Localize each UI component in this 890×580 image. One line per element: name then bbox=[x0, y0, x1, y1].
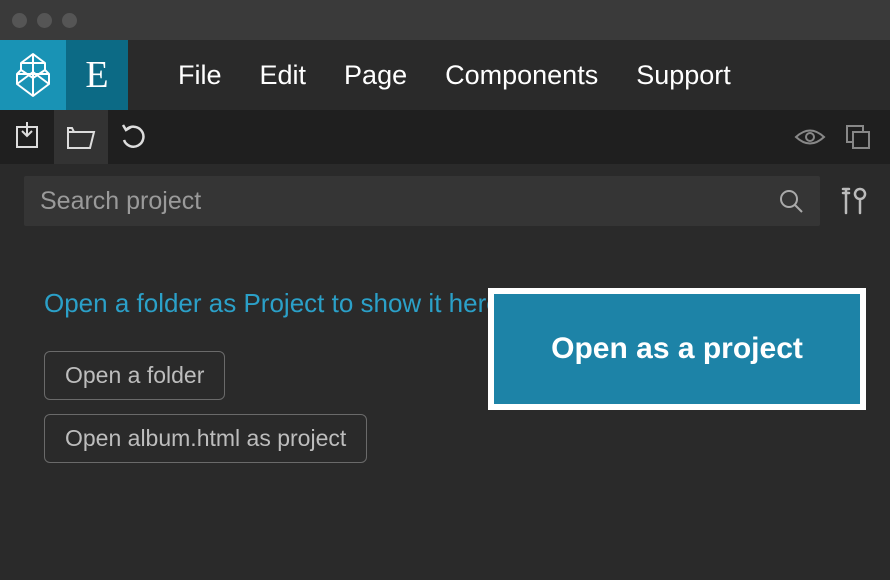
mode-indicator[interactable]: E bbox=[66, 40, 128, 110]
menu-page[interactable]: Page bbox=[344, 60, 407, 91]
project-panel-button[interactable] bbox=[54, 110, 108, 164]
copy-icon bbox=[844, 123, 872, 151]
app-logo[interactable] bbox=[0, 40, 66, 110]
toolbar-left bbox=[0, 110, 162, 164]
import-icon bbox=[12, 122, 42, 152]
tools-icon bbox=[838, 185, 870, 217]
menu-components[interactable]: Components bbox=[445, 60, 598, 91]
search-container bbox=[24, 176, 820, 226]
tools-button[interactable] bbox=[838, 185, 870, 217]
open-as-project-callout[interactable]: Open as a project bbox=[488, 288, 866, 410]
menu-edit[interactable]: Edit bbox=[260, 60, 307, 91]
undo-icon bbox=[120, 122, 150, 152]
window-titlebar bbox=[0, 0, 890, 40]
menu-support[interactable]: Support bbox=[636, 60, 731, 91]
open-file-as-project-button[interactable]: Open album.html as project bbox=[44, 414, 367, 463]
pinecone-icon bbox=[13, 52, 53, 98]
eye-icon bbox=[794, 126, 826, 148]
search-input[interactable] bbox=[40, 187, 778, 216]
copy-button[interactable] bbox=[844, 123, 872, 151]
menubar: E File Edit Page Components Support bbox=[0, 40, 890, 110]
content-area: Open a folder as Project to show it here… bbox=[0, 238, 890, 463]
mode-letter: E bbox=[85, 53, 108, 97]
searchbar-row bbox=[0, 164, 890, 238]
open-folder-button[interactable]: Open a folder bbox=[44, 351, 225, 400]
toolbar-right bbox=[794, 123, 872, 151]
search-icon[interactable] bbox=[778, 188, 804, 214]
minimize-window-icon[interactable] bbox=[37, 13, 52, 28]
maximize-window-icon[interactable] bbox=[62, 13, 77, 28]
callout-label: Open as a project bbox=[551, 332, 803, 366]
close-window-icon[interactable] bbox=[12, 13, 27, 28]
visibility-button[interactable] bbox=[794, 126, 826, 148]
menu-items: File Edit Page Components Support bbox=[128, 40, 731, 110]
undo-button[interactable] bbox=[108, 110, 162, 164]
menu-file[interactable]: File bbox=[178, 60, 222, 91]
toolbar bbox=[0, 110, 890, 164]
folder-open-icon bbox=[66, 124, 96, 150]
import-button[interactable] bbox=[0, 110, 54, 164]
